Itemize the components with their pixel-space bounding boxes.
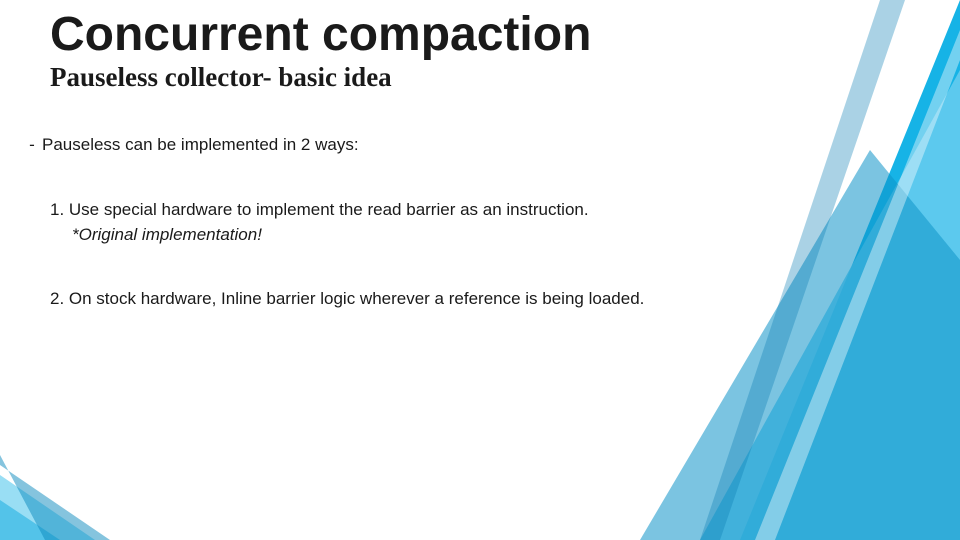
item-2: 2. On stock hardware, Inline barrier log… <box>50 287 750 312</box>
slide-content: - Pauseless can be implemented in 2 ways… <box>50 133 750 312</box>
item-1: 1. Use special hardware to implement the… <box>50 198 750 247</box>
slide-subtitle: Pauseless collector- basic idea <box>50 62 870 93</box>
item-2-line: 2. On stock hardware, Inline barrier log… <box>50 287 750 312</box>
item-1-note: *Original implementation! <box>72 223 750 248</box>
slide-title: Concurrent compaction <box>50 10 870 60</box>
bullet-intro: - Pauseless can be implemented in 2 ways… <box>22 133 750 158</box>
slide: Concurrent compaction Pauseless collecto… <box>0 0 960 540</box>
bullet-marker: - <box>22 133 42 158</box>
item-1-line: 1. Use special hardware to implement the… <box>50 198 750 223</box>
intro-text: Pauseless can be implemented in 2 ways: <box>42 133 750 158</box>
